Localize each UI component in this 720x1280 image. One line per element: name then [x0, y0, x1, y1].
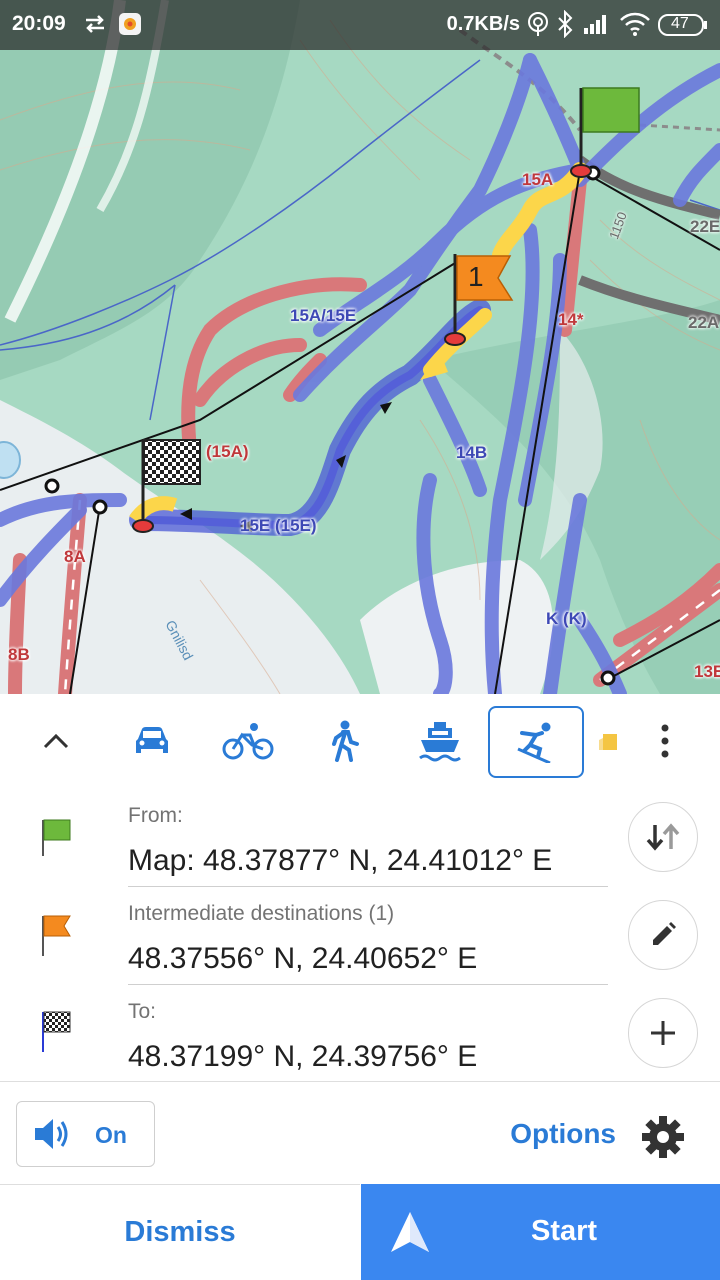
- bluetooth-icon: [556, 9, 574, 43]
- plus-icon: [651, 1021, 675, 1045]
- navigation-arrow-icon: [391, 1212, 429, 1252]
- more-vert-icon: [661, 724, 669, 758]
- mode-truck-button[interactable]: [590, 706, 630, 776]
- network-speed: 0.7KB/s: [446, 13, 520, 35]
- start-button[interactable]: Start: [361, 1184, 720, 1280]
- pencil-icon: [653, 922, 676, 945]
- route-panel: From: Map: 48.37877° N, 24.41012° E Inte…: [0, 694, 720, 1280]
- map-label-22a: 22A: [688, 313, 720, 332]
- intermediate-field[interactable]: 48.37556° N, 24.40652° E: [128, 942, 477, 976]
- battery-icon: 47: [658, 13, 708, 42]
- map-label-22e: 22E: [690, 217, 720, 236]
- more-options-button[interactable]: [640, 706, 690, 776]
- swap-vertical-icon: [646, 823, 680, 851]
- signal-icon: [582, 10, 612, 43]
- bicycle-icon: [222, 723, 274, 760]
- map-label-k: K (K): [546, 609, 587, 628]
- map-label-14b: 14B: [456, 443, 488, 462]
- mode-bicycle-button[interactable]: [202, 706, 294, 776]
- swap-icon: [82, 10, 108, 43]
- collapse-button[interactable]: [10, 706, 102, 776]
- from-field[interactable]: Map: 48.37877° N, 24.41012° E: [128, 844, 552, 878]
- panel-divider: [0, 1081, 720, 1082]
- from-label: From:: [128, 804, 183, 827]
- green-flag-icon: [40, 818, 74, 863]
- map-label-15a-paren: (15A): [206, 442, 249, 461]
- chevron-up-icon: [43, 733, 69, 749]
- to-field[interactable]: 48.37199° N, 24.39756° E: [128, 1040, 477, 1074]
- intermediate-flag-marker[interactable]: 1: [440, 250, 520, 355]
- map-label-8a: 8A: [64, 547, 86, 566]
- sound-toggle-label: On: [95, 1122, 127, 1148]
- mode-boat-button[interactable]: [394, 706, 486, 776]
- car-icon: [136, 727, 168, 753]
- wifi-icon: [619, 10, 651, 43]
- start-flag-marker[interactable]: [566, 84, 646, 185]
- status-time: 20:09: [12, 12, 66, 35]
- from-underline: [128, 886, 608, 887]
- map-label-15a: 15A: [522, 170, 554, 189]
- map-label-15a-15e: 15A/15E: [290, 306, 357, 325]
- ship-icon: [419, 722, 461, 762]
- status-bar: 20:09 0.7KB/s 47: [0, 0, 720, 50]
- action-bar: Dismiss Start: [0, 1184, 720, 1280]
- sound-toggle-button[interactable]: On: [16, 1101, 155, 1167]
- dismiss-button[interactable]: Dismiss: [0, 1184, 360, 1280]
- transport-mode-bar: [0, 694, 720, 790]
- checkered-flag-icon: [40, 1010, 74, 1059]
- map-label-14star: 14*: [558, 310, 584, 329]
- mode-car-button[interactable]: [106, 706, 198, 776]
- hotspot-icon: [526, 10, 550, 43]
- to-label: To:: [128, 1000, 157, 1023]
- options-button[interactable]: Options: [510, 1118, 616, 1150]
- edit-intermediate-button[interactable]: [628, 900, 698, 970]
- map-label-15e: 15E (15E): [240, 516, 317, 535]
- intermediate-label: Intermediate destinations (1): [128, 902, 395, 925]
- add-destination-button[interactable]: [628, 998, 698, 1068]
- walking-icon: [332, 720, 359, 762]
- map-view[interactable]: 15A 15A/15E (15A) 15E (15E) 14B 14* 22E …: [0, 0, 720, 694]
- orange-flag-icon: [40, 914, 74, 963]
- speaker-icon: [35, 1119, 68, 1149]
- start-button-label: Start: [531, 1215, 598, 1247]
- intermediate-number: 1: [468, 261, 484, 292]
- map-label-8b: 8B: [8, 645, 30, 664]
- swap-button[interactable]: [628, 802, 698, 872]
- gear-icon: [642, 1116, 684, 1158]
- settings-button[interactable]: [640, 1114, 686, 1165]
- app-badge-icon: [118, 12, 142, 41]
- map-label-13e: 13E: [694, 662, 720, 681]
- battery-level: 47: [671, 15, 689, 32]
- skier-icon: [517, 722, 551, 763]
- finish-flag-marker[interactable]: [128, 438, 208, 543]
- mode-ski-button[interactable]: [488, 706, 584, 778]
- mode-pedestrian-button[interactable]: [298, 706, 390, 776]
- intermediate-underline: [128, 984, 608, 985]
- truck-icon: [599, 734, 617, 750]
